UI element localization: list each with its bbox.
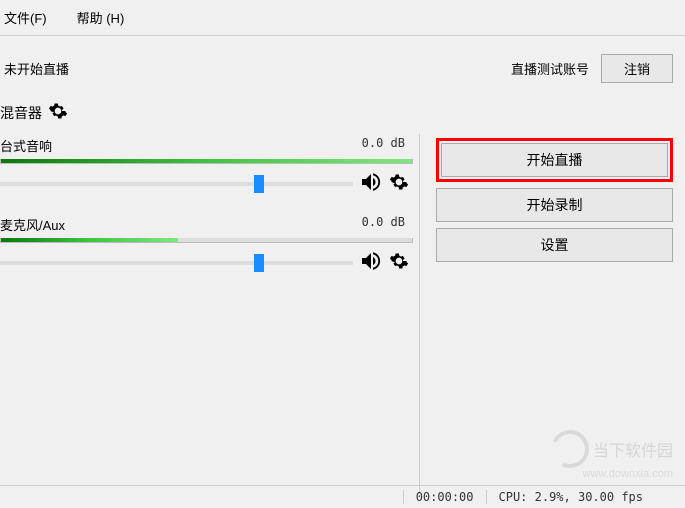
menubar: 文件(F) 帮助 (H)	[0, 0, 685, 35]
status-time: 00:00:00	[403, 490, 486, 504]
level-meter	[0, 159, 413, 164]
account-label: 直播测试账号	[511, 59, 589, 78]
mixer-item-name: 台式音响	[0, 136, 52, 155]
mixer-item: 台式音响 0.0 dB	[0, 134, 413, 197]
gear-icon[interactable]	[389, 251, 409, 274]
status-bar: 00:00:00 CPU: 2.9%, 30.00 fps	[0, 485, 685, 508]
highlight-annotation: 开始直播	[436, 138, 673, 182]
mixer-item-name: 麦克风/Aux	[0, 215, 65, 234]
logout-button[interactable]: 注销	[601, 54, 673, 83]
status-row: 未开始直播 直播测试账号 注销	[0, 36, 685, 93]
watermark-text: 当下软件园	[593, 437, 673, 461]
speaker-icon[interactable]	[359, 249, 383, 276]
slider-thumb[interactable]	[254, 254, 264, 272]
gear-icon[interactable]	[389, 172, 409, 195]
level-meter	[0, 238, 413, 243]
settings-button[interactable]: 设置	[436, 228, 673, 262]
volume-slider[interactable]	[0, 182, 353, 186]
mixer-item: 麦克风/Aux 0.0 dB	[0, 213, 413, 276]
start-record-button[interactable]: 开始录制	[436, 188, 673, 222]
volume-slider[interactable]	[0, 261, 353, 265]
level-fill	[1, 159, 412, 163]
mixer-item-db: 0.0 dB	[362, 136, 405, 155]
gear-icon[interactable]	[48, 101, 68, 124]
watermark: 当下软件园 www.downxia.com	[551, 430, 673, 480]
mixer-panel: 台式音响 0.0 dB 麦克风/Aux 0.0 dB	[0, 134, 420, 494]
mixer-header: 混音器	[0, 93, 685, 134]
slider-thumb[interactable]	[254, 175, 264, 193]
level-fill	[1, 238, 178, 242]
menu-file[interactable]: 文件(F)	[4, 8, 47, 27]
status-cpu: CPU: 2.9%, 30.00 fps	[486, 490, 656, 504]
mixer-title: 混音器	[0, 103, 42, 123]
start-stream-button[interactable]: 开始直播	[441, 143, 668, 177]
watermark-url: www.downxia.com	[551, 468, 673, 480]
menu-help[interactable]: 帮助 (H)	[77, 8, 125, 27]
speaker-icon[interactable]	[359, 170, 383, 197]
mixer-item-db: 0.0 dB	[362, 215, 405, 234]
watermark-logo-icon	[546, 425, 595, 474]
stream-status-label: 未开始直播	[4, 59, 69, 78]
